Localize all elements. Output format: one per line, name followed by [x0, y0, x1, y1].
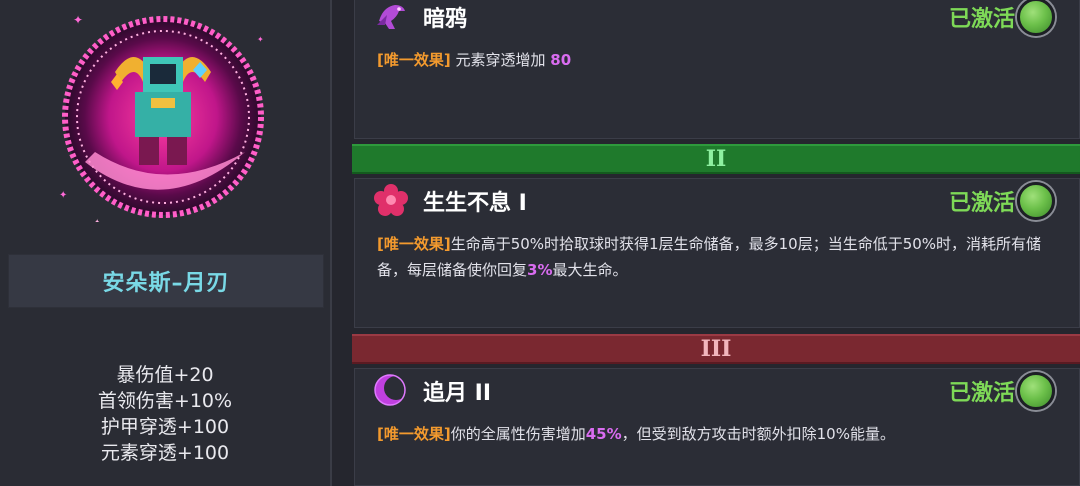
- desc-highlight: 80: [550, 51, 572, 69]
- skill-status: 已激活: [948, 381, 1015, 406]
- effect-tag: [唯一效果]: [377, 51, 451, 69]
- tier-divider-2: II: [352, 144, 1080, 174]
- desc-text: 生命高于50%时拾取球时获得1层生命储备，最多10层；当生命低于50%时，消耗所…: [377, 235, 1042, 279]
- raven-icon: [377, 5, 405, 29]
- active-indicator-icon: [1017, 182, 1055, 220]
- effect-tag: [唯一效果]: [377, 235, 451, 253]
- desc-text: 最大生命。: [552, 261, 628, 279]
- stat-armor-penetration: 护甲穿透+100: [100, 416, 230, 438]
- character-stats: 暴伤值+20 首领伤害+10% 护甲穿透+100 元素穿透+100: [0, 362, 330, 466]
- skill-description: [唯一效果]生命高于50%时拾取球时获得1层生命储备，最多10层；当生命低于50…: [377, 231, 1055, 283]
- skill-description: [唯一效果] 元素穿透增加 80: [377, 47, 1055, 73]
- svg-text:✦: ✦: [257, 35, 264, 44]
- skill-status: 已激活: [948, 7, 1015, 32]
- desc-text: 你的全属性伤害增加: [450, 425, 586, 443]
- desc-highlight: 45%: [585, 425, 622, 443]
- crescent-moon-icon: [374, 374, 408, 406]
- skill-title: 生生不息 I: [423, 191, 527, 216]
- stat-element-penetration: 元素穿透+100: [100, 442, 230, 464]
- active-indicator-icon: [1017, 372, 1055, 410]
- svg-text:✦: ✦: [59, 190, 67, 201]
- svg-text:✦: ✦: [93, 218, 101, 222]
- tier-divider-3: III: [352, 334, 1080, 364]
- tier-numeral: III: [700, 336, 732, 362]
- tier-numeral: II: [705, 146, 727, 172]
- flower-icon: [374, 184, 408, 216]
- desc-text: 元素穿透增加: [455, 51, 546, 69]
- stat-boss-damage: 首领伤害+10%: [97, 390, 233, 412]
- desc-highlight: 3%: [527, 261, 553, 279]
- stat-crit-damage: 暴伤值+20: [116, 364, 214, 386]
- effect-tag: [唯一效果]: [377, 425, 451, 443]
- skill-title: 暗鸦: [423, 7, 468, 32]
- character-name-plate: 安朵斯–月刃: [8, 254, 324, 308]
- skill-card-raven: 暗鸦 已激活 [唯一效果] 元素穿透增加 80: [354, 0, 1080, 139]
- character-portrait-icon: ✦ ✦ ✦ ✦: [59, 13, 264, 222]
- skill-card-chase-moon: 追月 II 已激活 [唯一效果]你的全属性伤害增加45%，但受到敌方攻击时额外扣…: [354, 368, 1080, 486]
- svg-text:✦: ✦: [73, 13, 83, 27]
- skill-description: [唯一效果]你的全属性伤害增加45%，但受到敌方攻击时额外扣除10%能量。: [377, 421, 1055, 447]
- skill-title: 追月 II: [423, 381, 492, 406]
- desc-text: ，但受到敌方攻击时额外扣除10%能量。: [621, 425, 895, 443]
- character-panel: ✦ ✦ ✦ ✦ 安朵斯–月刃 暴伤值+20 首领伤害+10% 护甲穿透+100 …: [0, 0, 332, 486]
- active-indicator-icon: [1017, 0, 1055, 36]
- character-name: 安朵斯–月刃: [102, 271, 230, 296]
- skill-status: 已激活: [948, 191, 1015, 216]
- skill-card-endless-life: 生生不息 I 已激活 [唯一效果]生命高于50%时拾取球时获得1层生命储备，最多…: [354, 178, 1080, 328]
